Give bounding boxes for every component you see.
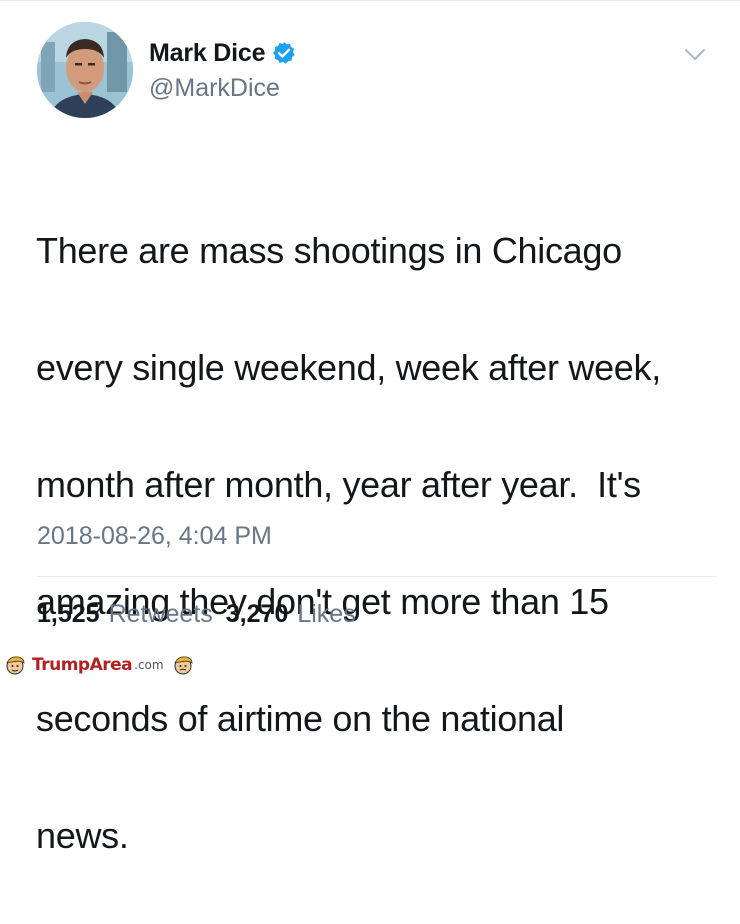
- likes-label: Likes: [297, 600, 356, 628]
- avatar-image: [37, 22, 133, 118]
- display-name[interactable]: Mark Dice: [149, 36, 266, 70]
- watermark-brand: TrumpArea: [32, 655, 133, 675]
- tweet-text-line: seconds of airtime on the national: [36, 697, 565, 739]
- tweet-card: Mark Dice @MarkDice There are mass shoot…: [0, 0, 740, 856]
- tweet-text-line: month after month, year after year. It's: [36, 463, 641, 505]
- tweet-timestamp[interactable]: 2018-08-26, 4:04 PM: [37, 519, 272, 553]
- tweet-text-line: There are mass shootings in Chicago: [36, 229, 622, 271]
- divider: [37, 576, 717, 577]
- cartoon-face-icon: [4, 654, 26, 676]
- watermark: TrumpArea .com: [4, 652, 194, 678]
- retweets-label: Retweets: [108, 600, 213, 628]
- retweets-count: 1,525: [37, 600, 100, 628]
- verified-badge-icon: [272, 41, 296, 65]
- chevron-down-icon[interactable]: [684, 48, 706, 62]
- cartoon-face-icon: [172, 654, 194, 676]
- user-handle[interactable]: @MarkDice: [149, 72, 280, 104]
- retweets-stat[interactable]: 1,525 Retweets: [37, 597, 213, 631]
- watermark-suffix: .com: [134, 658, 164, 672]
- tweet-text-line: every single weekend, week after week,: [36, 346, 661, 388]
- avatar[interactable]: [37, 22, 133, 118]
- tweet-text-line: news.: [36, 814, 129, 856]
- likes-count: 3,270: [225, 600, 289, 628]
- likes-stat[interactable]: 3,270 Likes: [226, 597, 356, 631]
- engagement-stats: 1,525 Retweets 3,270 Likes: [37, 597, 356, 631]
- author-row: Mark Dice: [149, 36, 296, 70]
